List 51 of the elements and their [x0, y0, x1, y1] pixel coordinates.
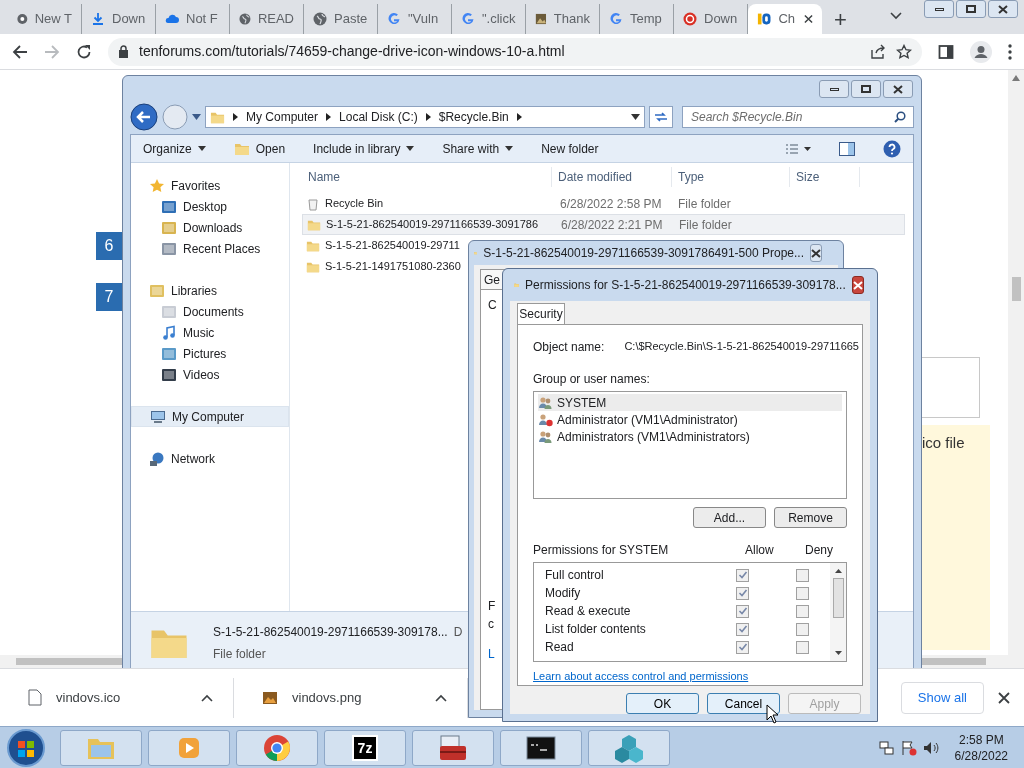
- tab-title: Down: [704, 10, 738, 29]
- file-name: S-1-5-21-862540019-29711: [325, 238, 460, 254]
- field-label: Group or user names:: [533, 371, 651, 388]
- object-path: C:\$Recycle.Bin\S-1-5-21-862540019-29711665: [624, 339, 859, 354]
- permission-name: List folder contents: [545, 621, 647, 638]
- partial-label: F: [488, 598, 496, 615]
- details-label: D: [453, 623, 463, 641]
- user-name: Administrators (VM1\Administrators): [557, 428, 750, 446]
- permission-name: Modify: [545, 585, 582, 602]
- dialog-title: Permissions for S-1-5-21-862540019-2971166539-309178...: [525, 277, 846, 294]
- permission-name: Read: [545, 639, 575, 656]
- download-filename: vindovs.ico: [56, 688, 121, 707]
- tab-title: Thank: [553, 10, 590, 29]
- file-name: Recycle Bin: [325, 196, 384, 212]
- tab-title: Paste: [334, 10, 368, 29]
- field-label: Object name:: [533, 339, 605, 356]
- file-name: S-1-5-21-862540019-2971166539-3091786: [326, 217, 539, 233]
- tab-title: Temp: [630, 10, 662, 29]
- url-text: tenforums.com/tutorials/74659-change-drive-icon-windows-10-a.html: [139, 42, 565, 61]
- details-name: S-1-5-21-862540019-2971166539-309178...: [213, 623, 448, 641]
- tab-title: New T: [34, 10, 72, 29]
- allow-heading: Allow: [745, 542, 775, 559]
- clock-date: 6/28/2022: [954, 747, 1008, 764]
- tab-title: Not F: [186, 10, 218, 29]
- partial-label: c: [488, 616, 494, 633]
- user-name: Administrator (VM1\Administrator): [557, 411, 738, 429]
- file-name: S-1-5-21-1491751080-2360: [325, 259, 461, 275]
- tab-title: READ: [257, 10, 294, 29]
- tab-title: Ch: [778, 10, 795, 29]
- partial-label: C: [488, 297, 497, 314]
- type-cell-text: File folder: [677, 195, 731, 213]
- archive-app-icon: 7z: [352, 734, 378, 761]
- step-number: 6: [96, 232, 122, 260]
- tab-title: "Vuln: [408, 10, 439, 29]
- permissions-heading: Permissions for SYSTEM: [533, 542, 670, 559]
- date-cell-text: 6/28/2022 2:58 PM: [559, 195, 663, 213]
- date-cell-text: 6/28/2022 2:21 PM: [560, 216, 664, 234]
- type-cell-text: File folder: [678, 216, 732, 234]
- user-name: SYSTEM: [557, 394, 607, 412]
- tab-title: ".click: [482, 10, 516, 29]
- permission-name: Read & execute: [545, 603, 632, 620]
- step-number: 7: [96, 283, 122, 311]
- download-filename: vindovs.png: [292, 688, 362, 707]
- partial-label: L: [488, 646, 495, 663]
- clock-time: 2:58 PM: [958, 731, 1004, 748]
- deny-heading: Deny: [805, 542, 834, 559]
- dialog-title: S-1-5-21-862540019-2971166539-3091786491-500 Prope...: [483, 245, 804, 262]
- permission-name: Full control: [545, 567, 605, 584]
- details-type: File folder: [213, 645, 267, 663]
- tab-title: Down: [112, 10, 146, 29]
- note-text: ico file: [922, 434, 965, 451]
